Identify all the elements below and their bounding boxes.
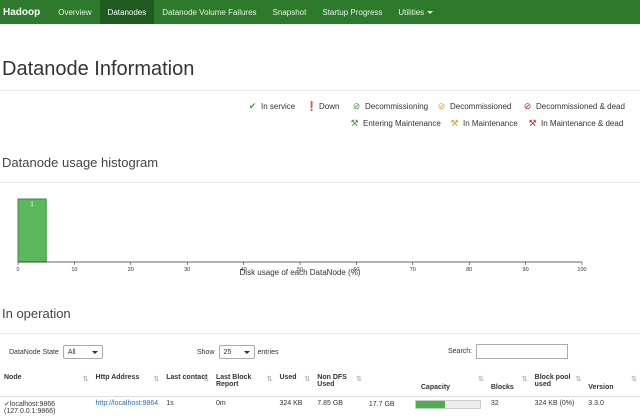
operation-heading: In operation xyxy=(2,306,71,321)
legend-decommissioned: ⊘ Decommissioned xyxy=(437,101,512,111)
x-tick-label: 30 xyxy=(184,267,190,273)
sort-icon: ⇅ xyxy=(203,376,209,383)
table-row: ✔localhost:9866 (127.0.0.1:9866) http://l… xyxy=(0,396,640,418)
page-length-select[interactable]: 25 xyxy=(218,345,255,359)
column-non-dfs-used[interactable]: Non DFS Used ⇅ xyxy=(313,372,365,397)
datanode-state-label: DataNode State xyxy=(9,348,59,356)
sort-icon: ⇅ xyxy=(304,376,311,383)
sort-icon: ⇅ xyxy=(631,376,637,383)
capacity-text: 17.7 GB xyxy=(368,400,395,408)
capacity-bar xyxy=(414,399,481,409)
search-label: Search: xyxy=(448,348,473,355)
column-used[interactable]: Used ⇅ xyxy=(275,372,314,397)
column-node[interactable]: Node ⇅ xyxy=(0,372,92,397)
sort-icon: ⇅ xyxy=(575,376,582,383)
sort-icon: ⇅ xyxy=(153,376,160,383)
caret-down-icon xyxy=(427,11,434,14)
column-last-contact[interactable]: Last contact ⇅ xyxy=(162,372,212,397)
x-tick-label: 90 xyxy=(523,267,529,273)
http-address-link[interactable]: http://localhost:9864 xyxy=(96,400,159,407)
nav-startup-progress[interactable]: Startup Progress xyxy=(314,0,390,24)
sort-icon: ⇅ xyxy=(266,376,273,383)
legend-in-maintenance-dead: ⚒ In Maintenance & dead xyxy=(528,118,624,128)
legend-in-service: ✔ In service xyxy=(248,101,296,111)
cell-last-block-report: 0m xyxy=(215,399,226,407)
search-control: Search: xyxy=(448,344,569,359)
nav-snapshot[interactable]: Snapshot xyxy=(265,0,315,24)
column-blocks[interactable]: Blocks ⇅ xyxy=(486,372,531,397)
top-navbar: Hadoop Overview Datanodes Datanode Volum… xyxy=(0,0,640,24)
x-tick-label: 0 xyxy=(16,267,19,273)
wrench-icon: ⚒ xyxy=(350,118,359,128)
page-title: Datanode Information xyxy=(2,58,195,80)
nav-volume-failures[interactable]: Datanode Volume Failures xyxy=(154,0,264,24)
datanode-state-select[interactable]: All xyxy=(62,345,103,359)
brand-logo[interactable]: Hadoop xyxy=(0,0,50,24)
page-length-control: Show 25 entries xyxy=(197,345,279,359)
wrench-icon: ⚒ xyxy=(528,118,537,128)
ban-icon: ⊘ xyxy=(523,101,532,111)
sort-icon: ⇅ xyxy=(521,376,528,383)
legend-decommissioning: ⊘ Decommissioning xyxy=(352,101,429,111)
histogram-heading: Datanode usage histogram xyxy=(2,155,159,170)
usage-histogram-chart: 1 0 10 20 30 40 50 60 70 80 90 100 Disk usage of e… xyxy=(16,198,587,277)
cell-last-contact: 1s xyxy=(166,399,174,407)
exclamation-circle-icon: ❗ xyxy=(306,101,318,111)
chevron-down-icon xyxy=(91,350,98,354)
column-http-address[interactable]: Http Address ⇅ xyxy=(91,372,163,397)
ban-icon: ⊘ xyxy=(352,101,361,111)
cell-non-dfs-used: 7.85 GB xyxy=(317,399,343,407)
x-tick-label: 70 xyxy=(410,267,416,273)
search-input[interactable] xyxy=(476,344,569,359)
x-tick-label: 100 xyxy=(577,267,586,273)
entries-label: entries xyxy=(257,348,279,356)
legend-down: ❗ Down xyxy=(306,101,340,111)
x-tick-label: 80 xyxy=(466,267,472,273)
sort-icon: ⇅ xyxy=(356,376,362,383)
cell-capacity: 17.7 GB xyxy=(365,396,487,418)
cell-version: 3.3.0 xyxy=(588,399,604,407)
sort-icon: ⇅ xyxy=(82,376,89,383)
cell-http-address: http://localhost:9864 xyxy=(92,396,163,418)
divider xyxy=(0,333,640,334)
x-tick-label: 20 xyxy=(128,267,134,273)
check-icon: ✔ xyxy=(248,101,257,111)
divider xyxy=(0,90,640,91)
nav-utilities-label: Utilities xyxy=(398,8,425,17)
datanode-state-filter: DataNode State All xyxy=(9,345,103,359)
x-axis-label: Disk usage of each DataNode (%) xyxy=(240,268,361,277)
ban-icon: ⊘ xyxy=(437,101,446,111)
cell-blocks: 32 xyxy=(490,399,499,407)
datanode-table: Node ⇅ Http Address ⇅ Last contact ⇅ Last B… xyxy=(0,372,640,418)
nav-utilities[interactable]: Utilities xyxy=(390,0,441,24)
nav-overview[interactable]: Overview xyxy=(50,0,99,24)
nav-datanodes[interactable]: Datanodes xyxy=(99,0,155,24)
wrench-icon: ⚒ xyxy=(450,118,459,128)
histogram-bar xyxy=(17,198,47,263)
legend-in-maintenance: ⚒ In Maintenance xyxy=(450,118,518,128)
column-block-pool-used[interactable]: Block pool used ⇅ xyxy=(530,372,585,397)
cell-node: ✔localhost:9866 (127.0.0.1:9866) xyxy=(4,400,56,415)
x-tick-label: 10 xyxy=(71,267,77,273)
column-last-block-report[interactable]: Last Block Report ⇅ xyxy=(211,372,276,397)
sort-icon: ⇅ xyxy=(477,376,484,383)
column-capacity[interactable]: Capacity ⇅ xyxy=(364,372,487,397)
legend-decommissioned-dead: ⊘ Decommissioned & dead xyxy=(523,101,625,111)
divider xyxy=(0,182,640,183)
cell-block-pool-used: 324 KB (0%) xyxy=(534,399,575,407)
capacity-bar-fill xyxy=(415,400,445,408)
chevron-down-icon xyxy=(243,350,250,354)
legend-entering-maintenance: ⚒ Entering Maintenance xyxy=(350,118,441,128)
table-header-row: Node ⇅ Http Address ⇅ Last contact ⇅ Last B… xyxy=(0,372,640,397)
show-label: Show xyxy=(197,348,215,356)
column-version[interactable]: Version ⇅ xyxy=(584,372,640,397)
cell-used: 324 KB xyxy=(279,399,303,407)
